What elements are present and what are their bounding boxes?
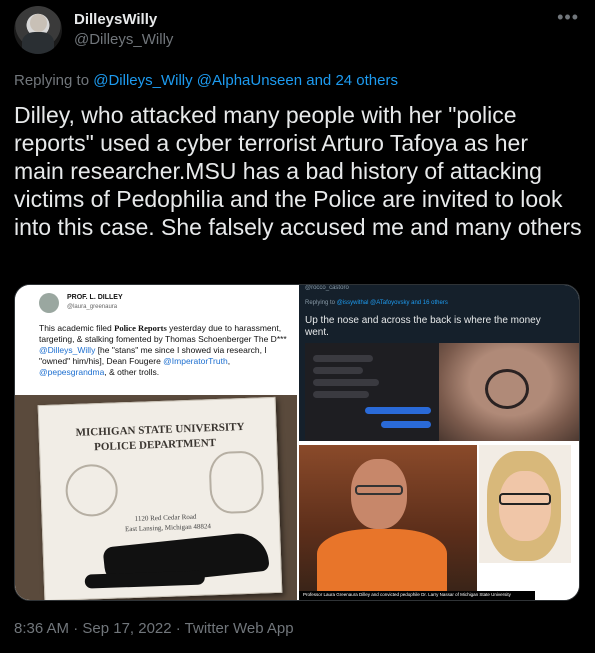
- author-name[interactable]: DilleysWilly: [74, 11, 157, 28]
- card-title: MICHIGAN STATE UNIVERSITY: [75, 421, 245, 439]
- chat-bubble: [381, 421, 431, 428]
- business-card: MICHIGAN STATE UNIVERSITY POLICE DEPARTM…: [37, 396, 283, 600]
- card-address-line1: 1120 Red Cedar Road: [134, 512, 197, 523]
- avatar[interactable]: [14, 6, 62, 54]
- glasses-icon: [355, 485, 403, 495]
- tattoo-photo: [439, 343, 579, 441]
- author-handle[interactable]: @Dilleys_Willy: [74, 31, 173, 48]
- media-image-police-card[interactable]: PROF. L. DILLEY @laura_greenaura This ac…: [15, 285, 297, 600]
- embedded-mention: @ImperatorTruth: [163, 356, 228, 366]
- glasses-icon: [499, 493, 551, 505]
- replying-to-links[interactable]: @Dilleys_Willy @AlphaUnseen and 24 other…: [93, 72, 398, 89]
- embedded-replying-to: Replying to @issywithal @ATafoyovsky and…: [305, 300, 448, 306]
- avatar-head: [30, 14, 47, 32]
- photo-woman: [479, 445, 571, 563]
- chat-bubble: [313, 391, 369, 398]
- badge-icon: [208, 450, 265, 515]
- man-suit: [317, 529, 447, 591]
- replying-prefix: Replying to: [14, 72, 90, 89]
- embedded-author-name: PROF. L. DILLEY: [67, 294, 123, 301]
- card-address-line2: East Lansing, Michigan 48824: [124, 522, 212, 534]
- photo-caption: Professor Laura Greenaura Dilley and con…: [303, 592, 511, 597]
- tweet: DilleysWilly @Dilleys_Willy ••• Replying…: [0, 0, 595, 653]
- chat-bubble: [313, 355, 373, 362]
- embedded-avatar: [39, 293, 59, 313]
- chat-bubble: [313, 379, 379, 386]
- embedded-author-handle: @laura_greenaura: [67, 304, 118, 310]
- more-horizontal-icon[interactable]: •••: [557, 8, 579, 26]
- avatar-body: [22, 32, 54, 54]
- card-subtitle: POLICE DEPARTMENT: [93, 437, 217, 454]
- embedded-tweet-text: This academic filed Police Reports yeste…: [39, 323, 287, 377]
- embedded-mention: @pepesgrandma: [39, 367, 105, 377]
- phone-chat-screenshot: [305, 343, 439, 441]
- embedded-top-handle: @rocco_castoro: [305, 285, 349, 291]
- tweet-timestamp[interactable]: 8:36 AM · Sep 17, 2022 · Twitter Web App: [14, 620, 294, 637]
- embedded-reply-text: Up the nose and across the back is where…: [305, 315, 541, 338]
- embedded-mention: @Dilleys_Willy: [39, 345, 96, 355]
- police-reports-text: Police Reports: [114, 323, 167, 333]
- tweet-text: Dilley, who attacked many people with he…: [14, 102, 582, 240]
- photo-man: [299, 445, 477, 591]
- tattoo-icon: [485, 369, 529, 409]
- woman-face: [499, 471, 551, 541]
- seal-icon: [64, 463, 119, 518]
- redaction-scribble: [84, 570, 206, 589]
- chat-bubble: [365, 407, 431, 414]
- media-image-photos[interactable]: Professor Laura Greenaura Dilley and con…: [299, 445, 579, 600]
- chat-bubble: [313, 367, 363, 374]
- replying-to: Replying to @Dilleys_Willy @AlphaUnseen …: [14, 72, 398, 89]
- tweet-media[interactable]: PROF. L. DILLEY @laura_greenaura This ac…: [14, 284, 580, 601]
- media-image-screenshot[interactable]: @rocco_castoro Replying to @issywithal @…: [299, 285, 579, 441]
